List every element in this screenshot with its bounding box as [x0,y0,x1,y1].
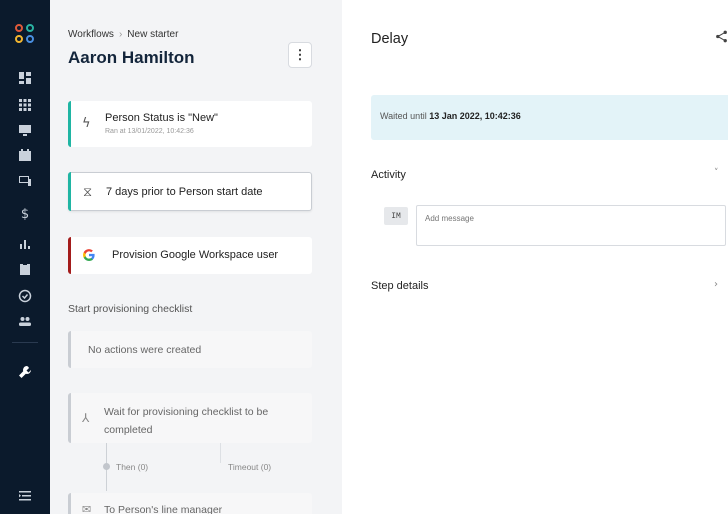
app-sidebar: $ [0,0,50,514]
avatar: IM [384,207,408,225]
menu-collapse-icon[interactable] [15,486,35,506]
hourglass-icon: ⧖ [83,185,93,200]
empty-actions-card: No actions were created [68,331,312,368]
breadcrumb: Workflows › New starter [68,29,178,40]
step-title: 7 days prior to Person start date [106,186,263,198]
step-detail-panel: Delay Waited until 13 Jan 2022, 10:42:36… [342,0,728,514]
waited-prefix: Waited until [380,111,430,121]
dollar-icon[interactable]: $ [15,204,35,224]
chevron-right-icon[interactable]: › [714,279,718,290]
step-accent-bar [68,101,71,147]
checklist-section-label: Start provisioning checklist [68,303,193,315]
branch-then-label[interactable]: Then (0) [116,462,148,472]
branch-timeout-label[interactable]: Timeout (0) [228,462,271,472]
waited-until-banner: Waited until 13 Jan 2022, 10:42:36 [371,95,728,140]
panel-title: Delay [371,31,409,47]
activity-section-label[interactable]: Activity [371,169,406,181]
check-circle-icon[interactable] [15,286,35,306]
share-icon[interactable] [715,30,728,46]
more-options-button[interactable]: ⋮ [288,42,312,68]
clipboard-icon[interactable] [15,259,35,279]
workflow-column: Workflows › New starter Aaron Hamilton ⋮ ϟ… [50,0,342,514]
step-card-wait[interactable]: ⅄ Wait for provisioning checklist to be … [68,393,312,443]
bar-chart-icon[interactable] [15,233,35,253]
step-title: Provision Google Workspace user [112,249,279,261]
page-title: Aaron Hamilton [68,48,195,67]
step-title: Person Status is "New" [105,112,218,124]
step-accent-bar [68,493,71,514]
chevron-down-icon[interactable]: ˅ [714,168,719,178]
app-logo[interactable] [15,24,35,44]
branch-dot [103,463,110,470]
step-card-delay[interactable]: ⧖ 7 days prior to Person start date [68,172,312,211]
step-card-email[interactable]: ✉ To Person's line manager [68,493,312,514]
breadcrumb-root[interactable]: Workflows [68,29,114,40]
message-input[interactable] [416,205,726,246]
google-icon [82,248,96,266]
empty-actions-text: No actions were created [88,344,202,356]
lightning-icon: ϟ [82,116,91,131]
branch-connector-timeout [220,443,221,463]
merge-icon: ⅄ [82,411,90,425]
step-accent-bar [68,331,71,368]
devices-icon[interactable] [15,170,35,190]
step-accent-bar [68,172,71,211]
envelope-icon: ✉ [82,503,92,514]
dashboard-icon[interactable] [15,68,35,88]
grid-icon[interactable] [15,95,35,115]
step-title: To Person's line manager [104,504,223,514]
step-accent-bar [68,393,71,443]
step-details-section-label[interactable]: Step details [371,280,428,292]
breadcrumb-separator: › [118,29,123,40]
step-card-trigger[interactable]: ϟ Person Status is "New" Ran at 13/01/20… [68,101,312,147]
calendar-icon[interactable] [15,145,35,165]
monitor-icon[interactable] [15,120,35,140]
step-card-google[interactable]: Provision Google Workspace user [68,237,312,274]
breadcrumb-current[interactable]: New starter [127,29,178,40]
step-title: Wait for provisioning checklist to be co… [104,406,269,436]
step-accent-bar [68,237,71,274]
waited-until-text: Waited until 13 Jan 2022, 10:42:36 [380,111,521,121]
step-subtitle: Ran at 13/01/2022, 10:42:36 [105,128,194,135]
waited-value: 13 Jan 2022, 10:42:36 [429,111,521,121]
wrench-icon[interactable] [15,362,35,382]
sidebar-divider [12,342,38,343]
people-icon[interactable] [15,311,35,331]
